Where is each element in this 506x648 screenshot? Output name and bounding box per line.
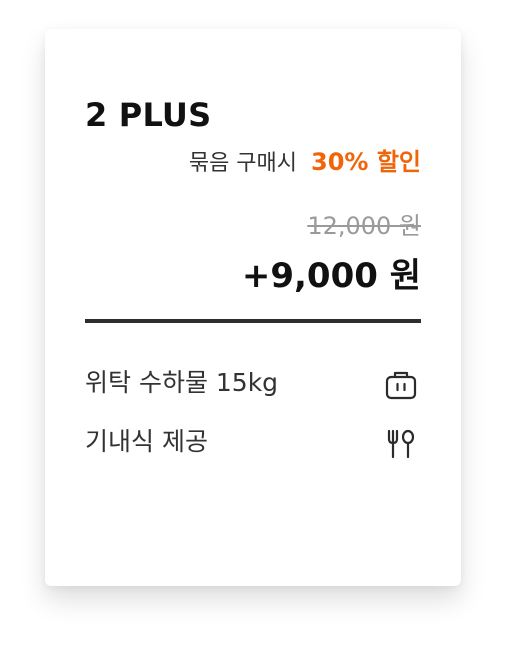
bundle-promo: 묶음 구매시 30% 할인 xyxy=(189,146,421,178)
utensils-icon xyxy=(385,428,417,460)
final-price: +9,000 원 xyxy=(241,256,421,296)
divider xyxy=(85,319,421,323)
feature-label: 위탁 수하물 15kg xyxy=(85,368,279,397)
feature-label: 기내식 제공 xyxy=(85,427,208,456)
plan-card[interactable]: 2 PLUS 묶음 구매시 30% 할인 12,000 원 +9,000 원 위탁… xyxy=(45,29,461,586)
plan-title: 2 PLUS xyxy=(85,96,212,134)
luggage-icon xyxy=(385,369,417,401)
original-price: 12,000 원 xyxy=(307,212,421,240)
feature-meal: 기내식 제공 xyxy=(85,422,421,462)
feature-baggage: 위탁 수하물 15kg xyxy=(85,363,421,403)
promo-text: 묶음 구매시 xyxy=(188,151,298,176)
promo-discount: 30% 할인 xyxy=(311,148,421,176)
